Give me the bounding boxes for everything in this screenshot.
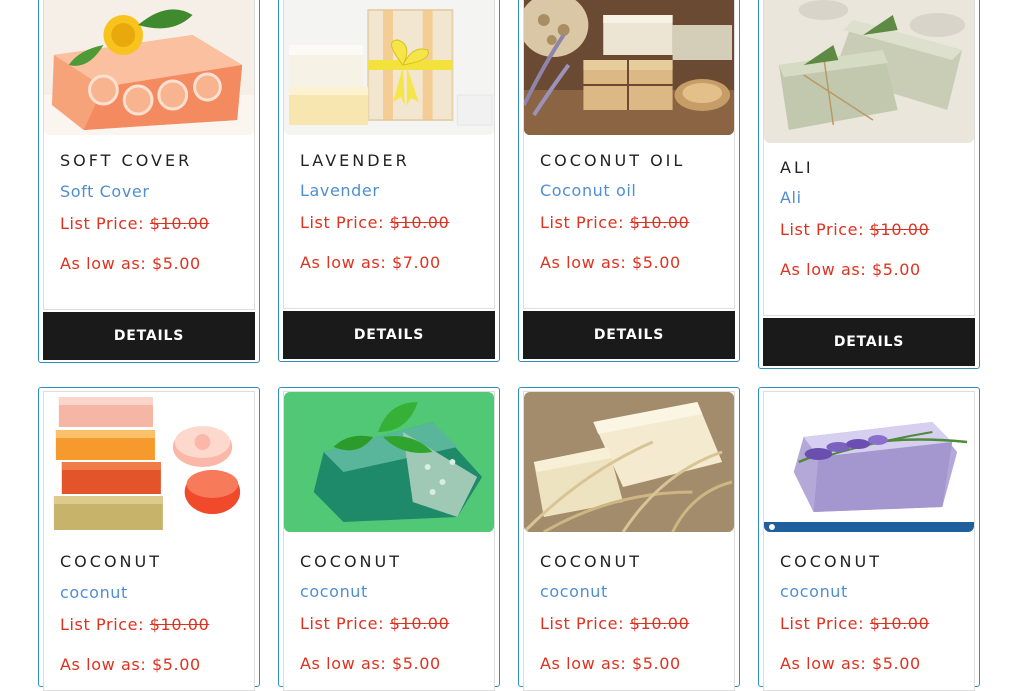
- product-card-inner: COCONUT coconut List Price: $10.00 As lo…: [523, 391, 735, 691]
- product-title: COCONUT: [300, 552, 402, 571]
- product-title: COCONUT: [60, 552, 162, 571]
- product-title: COCONUT OIL: [540, 151, 686, 170]
- details-button[interactable]: DETAILS: [283, 311, 495, 359]
- product-card: COCONUT coconut List Price: $10.00 As lo…: [518, 387, 740, 691]
- low-price-label: As low as:: [540, 253, 627, 272]
- product-subtitle-link[interactable]: Coconut oil: [540, 181, 636, 200]
- list-price-value: $10.00: [629, 614, 690, 633]
- product-card-inner: ALI Ali List Price: $10.00 As low as: $5…: [763, 0, 975, 316]
- product-card: COCONUT coconut List Price: $10.00 As lo…: [278, 387, 500, 691]
- details-button[interactable]: DETAILS: [43, 312, 255, 360]
- product-image-coconut[interactable]: [284, 392, 494, 532]
- low-price: As low as: $5.00: [780, 260, 921, 279]
- low-price: As low as: $5.00: [540, 253, 681, 272]
- list-price: List Price: $10.00: [780, 220, 929, 239]
- low-price-label: As low as:: [60, 655, 147, 674]
- low-price-label: As low as:: [780, 260, 867, 279]
- product-title: COCONUT: [780, 552, 882, 571]
- low-price-label: As low as:: [60, 254, 147, 273]
- product-card-inner: COCONUT coconut List Price: $10.00 As lo…: [283, 391, 495, 691]
- list-price-label: List Price:: [300, 213, 385, 232]
- product-subtitle-link[interactable]: coconut: [60, 583, 128, 602]
- list-price-label: List Price:: [780, 220, 865, 239]
- low-price-label: As low as:: [780, 654, 867, 673]
- product-title: ALI: [780, 158, 814, 177]
- product-title: COCONUT: [540, 552, 642, 571]
- list-price: List Price: $10.00: [300, 614, 449, 633]
- low-price-value: $5.00: [152, 254, 201, 273]
- product-subtitle-link[interactable]: coconut: [780, 582, 848, 601]
- product-card-inner: COCONUT coconut List Price: $10.00 As lo…: [763, 391, 975, 691]
- list-price-label: List Price:: [540, 614, 625, 633]
- low-price-label: As low as:: [300, 654, 387, 673]
- product-subtitle-link[interactable]: Soft Cover: [60, 182, 150, 201]
- product-card: COCONUT coconut List Price: $10.00 As lo…: [38, 387, 260, 691]
- product-card: ALI Ali List Price: $10.00 As low as: $5…: [758, 0, 980, 369]
- list-price: List Price: $10.00: [60, 615, 209, 634]
- product-image-coconut[interactable]: [44, 392, 254, 532]
- product-subtitle-link[interactable]: coconut: [540, 582, 608, 601]
- low-price-value: $7.00: [392, 253, 441, 272]
- low-price: As low as: $5.00: [780, 654, 921, 673]
- list-price-value: $10.00: [389, 614, 450, 633]
- product-title: SOFT COVER: [60, 151, 193, 170]
- product-subtitle-link[interactable]: Lavender: [300, 181, 380, 200]
- details-button[interactable]: DETAILS: [523, 311, 735, 359]
- product-image-ali[interactable]: [764, 0, 974, 143]
- product-image-lavender[interactable]: [284, 0, 494, 135]
- product-image-coconut[interactable]: [524, 392, 734, 532]
- product-subtitle-link[interactable]: coconut: [300, 582, 368, 601]
- low-price-value: $5.00: [872, 654, 921, 673]
- list-price-label: List Price:: [780, 614, 865, 633]
- product-card-inner: COCONUT coconut List Price: $10.00 As lo…: [43, 391, 255, 691]
- list-price: List Price: $10.00: [780, 614, 929, 633]
- list-price-label: List Price:: [60, 214, 145, 233]
- low-price-value: $5.00: [632, 253, 681, 272]
- list-price-label: List Price:: [300, 614, 385, 633]
- list-price-value: $10.00: [869, 220, 930, 239]
- list-price-label: List Price:: [540, 213, 625, 232]
- list-price-value: $10.00: [149, 214, 210, 233]
- low-price-value: $5.00: [872, 260, 921, 279]
- low-price-value: $5.00: [392, 654, 441, 673]
- list-price-value: $10.00: [869, 614, 930, 633]
- list-price: List Price: $10.00: [300, 213, 449, 232]
- product-card-inner: COCONUT OIL Coconut oil List Price: $10.…: [523, 0, 735, 309]
- product-card: COCONUT coconut List Price: $10.00 As lo…: [758, 387, 980, 691]
- list-price-value: $10.00: [389, 213, 450, 232]
- low-price-value: $5.00: [632, 654, 681, 673]
- product-image-soft-cover[interactable]: [44, 0, 254, 135]
- product-card-inner: SOFT COVER Soft Cover List Price: $10.00…: [43, 0, 255, 310]
- product-image-coconut-oil[interactable]: [524, 0, 734, 135]
- low-price: As low as: $5.00: [300, 654, 441, 673]
- product-card: COCONUT OIL Coconut oil List Price: $10.…: [518, 0, 740, 362]
- list-price-value: $10.00: [149, 615, 210, 634]
- details-button[interactable]: DETAILS: [763, 318, 975, 366]
- list-price-label: List Price:: [60, 615, 145, 634]
- product-image-coconut[interactable]: [764, 392, 974, 532]
- product-subtitle-link[interactable]: Ali: [780, 188, 802, 207]
- low-price: As low as: $5.00: [60, 254, 201, 273]
- list-price-value: $10.00: [629, 213, 690, 232]
- low-price-label: As low as:: [300, 253, 387, 272]
- product-card-inner: LAVENDER Lavender List Price: $10.00 As …: [283, 0, 495, 309]
- low-price-label: As low as:: [540, 654, 627, 673]
- low-price-value: $5.00: [152, 655, 201, 674]
- list-price: List Price: $10.00: [540, 614, 689, 633]
- list-price: List Price: $10.00: [540, 213, 689, 232]
- product-card: LAVENDER Lavender List Price: $10.00 As …: [278, 0, 500, 362]
- low-price: As low as: $5.00: [540, 654, 681, 673]
- product-title: LAVENDER: [300, 151, 410, 170]
- product-card: SOFT COVER Soft Cover List Price: $10.00…: [38, 0, 260, 363]
- list-price: List Price: $10.00: [60, 214, 209, 233]
- low-price: As low as: $5.00: [60, 655, 201, 674]
- low-price: As low as: $7.00: [300, 253, 441, 272]
